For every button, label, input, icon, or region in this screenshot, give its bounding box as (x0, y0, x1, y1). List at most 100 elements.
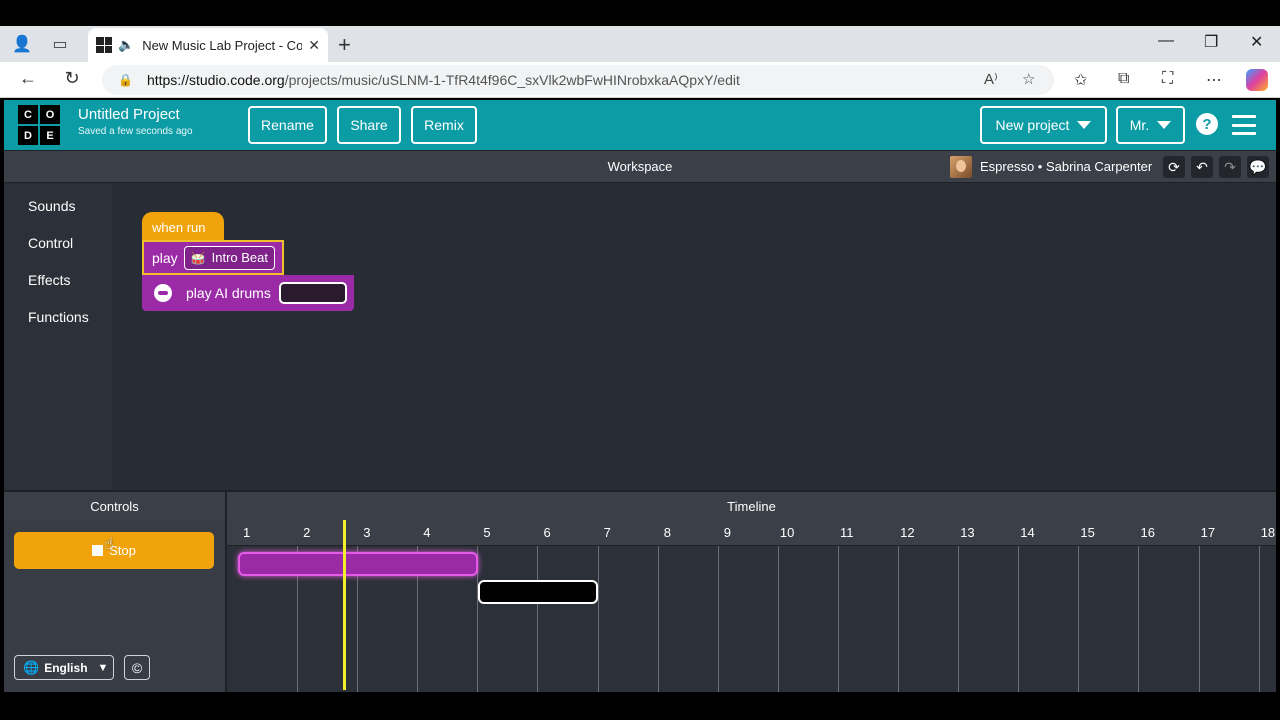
category-functions[interactable]: Functions (28, 309, 89, 325)
timeline-body[interactable] (225, 546, 1276, 692)
saved-status: Saved a few seconds ago (78, 126, 193, 137)
category-effects[interactable]: Effects (28, 272, 71, 288)
measure-number: 16 (1140, 525, 1155, 540)
close-tab-icon[interactable]: ✕ (308, 37, 320, 54)
favorites-icon[interactable]: ✩ (1074, 70, 1087, 90)
play-ai-drums-block[interactable]: play AI drums (142, 275, 354, 311)
logo-letter: D (18, 126, 38, 145)
browser-tab[interactable]: 🔈 New Music Lab Project - Code.org ✕ (88, 28, 328, 62)
code-org-favicon-icon (96, 37, 112, 53)
controls-title: Controls (4, 490, 225, 520)
browser-tab-bar: 👤 ▭ 🔈 New Music Lab Project - Code.org ✕… (0, 26, 1280, 62)
new-project-button[interactable]: New project (980, 106, 1107, 144)
timeline-ruler[interactable]: 1 2 3 4 5 6 7 8 9 10 11 12 13 14 15 16 17 18 (225, 520, 1276, 546)
url-host: https://studio.code.org (146, 72, 285, 88)
reload-icon[interactable]: ↻ (60, 68, 84, 89)
music-lab-app: C O D E Untitled Project Saved a few sec… (4, 100, 1276, 692)
lock-icon: 🔒 (118, 73, 133, 87)
sample-name: Intro Beat (211, 250, 269, 265)
measure-number: 3 (363, 525, 371, 540)
robot-icon (154, 284, 172, 302)
code-org-logo[interactable]: C O D E (18, 105, 62, 145)
new-project-label: New project (995, 117, 1070, 133)
measure-gridline (1078, 546, 1080, 692)
artist-pack-image (950, 156, 972, 178)
ai-drums-pattern-field[interactable] (278, 282, 347, 304)
sound-selector[interactable]: 🥁 Intro Beat (183, 245, 276, 270)
minimize-icon[interactable]: — (1158, 32, 1174, 50)
close-window-icon[interactable]: ✕ (1250, 32, 1263, 52)
measure-number: 7 (603, 525, 611, 540)
undo-icon[interactable]: ↶ (1191, 156, 1213, 178)
remix-button[interactable]: Remix (411, 106, 477, 144)
measure-number: 14 (1020, 525, 1035, 540)
measure-gridline (597, 546, 599, 692)
mouse-cursor-icon: ☝ (104, 536, 114, 553)
ai-drums-label: play AI drums (186, 285, 271, 301)
speaker-icon[interactable]: 🔈 (118, 37, 134, 53)
measure-number: 12 (900, 525, 915, 540)
timeline-title: Timeline (225, 490, 1276, 520)
measure-gridline (898, 546, 899, 692)
measure-number: 5 (483, 525, 491, 540)
read-aloud-icon[interactable]: A⁾ (984, 70, 998, 88)
redo-icon[interactable]: ↷ (1219, 156, 1241, 178)
hamburger-menu-icon[interactable] (1232, 115, 1256, 135)
new-tab-icon[interactable]: + (338, 32, 351, 58)
chevron-down-icon: ▼ (97, 661, 109, 674)
language-selector[interactable]: 🌐 English ▼ (14, 655, 114, 680)
refresh-icon[interactable]: ⟳ (1163, 156, 1185, 178)
restore-icon[interactable]: ❐ (1204, 32, 1218, 52)
measure-number: 6 (543, 525, 551, 540)
measure-number: 15 (1080, 525, 1095, 540)
stop-button[interactable]: Stop (14, 532, 214, 569)
sidebar-toggle-icon[interactable]: ▭ (50, 34, 70, 54)
when-run-block[interactable]: when run (142, 212, 224, 242)
measure-gridline (1258, 546, 1260, 692)
url-path: /projects/music/uSLNM-1-TfR4t4f96C_sxVlk… (284, 72, 740, 88)
back-icon[interactable]: ← (16, 68, 40, 89)
globe-icon: 🌐 (23, 659, 40, 675)
project-title: Untitled Project (78, 106, 180, 123)
collections-icon[interactable]: ⧉ (1118, 70, 1129, 88)
measure-number: 10 (779, 525, 795, 540)
profile-icon[interactable]: 👤 (12, 34, 32, 54)
measure-number: 8 (663, 525, 671, 540)
category-control[interactable]: Control (28, 235, 73, 251)
measure-gridline (1198, 546, 1200, 692)
chat-icon[interactable]: 💬 (1247, 156, 1269, 178)
tab-title: New Music Lab Project - Code.org (142, 37, 303, 53)
help-icon[interactable]: ? (1196, 113, 1218, 135)
share-button[interactable]: Share (337, 106, 401, 144)
measure-number: 18 (1260, 525, 1276, 540)
timeline-playhead[interactable] (343, 520, 347, 690)
play-label: play (152, 249, 178, 266)
logo-letter: C (18, 105, 38, 124)
measure-gridline (717, 546, 719, 692)
block-toolbox: Sounds Control Effects Functions (4, 184, 112, 490)
caret-down-icon (1077, 121, 1092, 129)
controls-panel: Stop 🌐 English ▼ © (4, 520, 225, 692)
measure-number: 13 (960, 525, 975, 540)
category-sounds[interactable]: Sounds (28, 198, 75, 214)
more-icon[interactable]: ⋯ (1206, 70, 1222, 90)
measure-gridline (777, 546, 779, 692)
measure-gridline (1018, 546, 1020, 692)
measure-gridline (958, 546, 960, 692)
intro-beat-clip[interactable] (238, 552, 478, 576)
rename-button[interactable]: Rename (248, 106, 327, 144)
copilot-icon[interactable] (1246, 69, 1268, 91)
favorite-star-icon[interactable]: ☆ (1022, 70, 1035, 88)
user-menu-button[interactable]: Mr. (1116, 106, 1185, 144)
block-workspace[interactable] (112, 184, 1276, 490)
measure-number: 2 (303, 525, 311, 540)
logo-letter: E (40, 126, 60, 145)
artist-pack-name: Espresso • Sabrina Carpenter (980, 159, 1153, 174)
screenshot-icon[interactable]: ⛶ (1162, 70, 1173, 88)
address-bar-row: ← ↻ 🔒 https://studio.code.org/projects/m… (0, 62, 1280, 98)
play-sound-block[interactable]: play 🥁 Intro Beat (142, 240, 284, 275)
copyright-icon[interactable]: © (124, 655, 150, 680)
url-field[interactable]: 🔒 https://studio.code.org/projects/music… (102, 65, 1054, 95)
measure-gridline (657, 546, 659, 692)
ai-drums-clip[interactable] (478, 580, 598, 604)
